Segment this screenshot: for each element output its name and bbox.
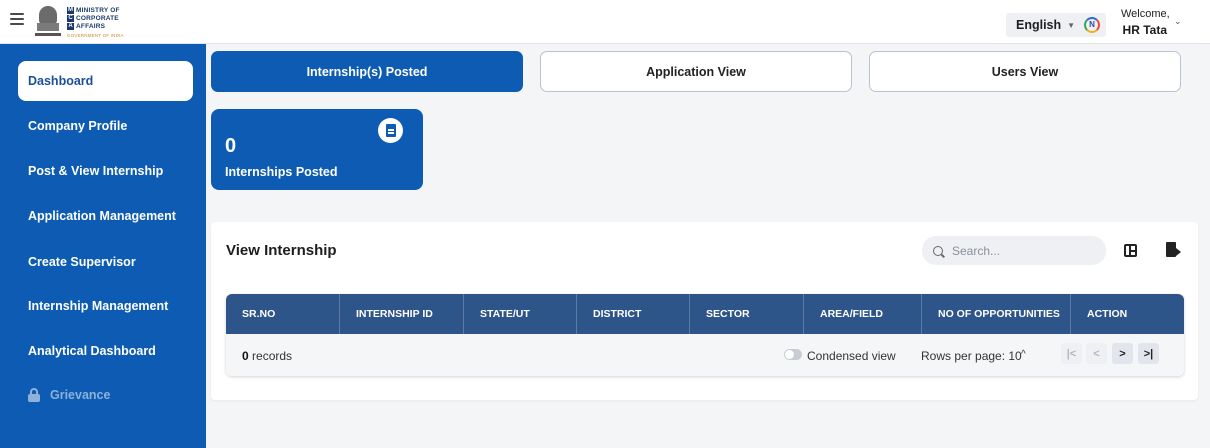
- internships-posted-card[interactable]: 0 Internships Posted: [211, 109, 423, 190]
- sidebar-item-analytical-dashboard[interactable]: Analytical Dashboard: [18, 331, 193, 371]
- lock-icon: [28, 388, 42, 402]
- column-header-action[interactable]: ACTION: [1071, 294, 1184, 334]
- search-icon: [933, 245, 943, 256]
- sidebar-item-label: Create Supervisor: [28, 255, 136, 269]
- sidebar: Dashboard Company Profile Post & View In…: [0, 44, 206, 448]
- table-header: SR.NO INTERNSHIP ID STATE/UT DISTRICT SE…: [226, 294, 1184, 334]
- user-menu[interactable]: Welcome, HR Tata: [1121, 8, 1170, 37]
- sidebar-item-post-view-internship[interactable]: Post & View Internship: [18, 151, 193, 191]
- sidebar-item-label: Application Management: [28, 209, 176, 223]
- logo-text: M MINISTRY OF C CORPORATE A AFFAIRS GOVERNM…: [67, 7, 124, 38]
- user-name: HR Tata: [1122, 23, 1167, 37]
- top-header: M MINISTRY OF C CORPORATE A AFFAIRS GOVERNM…: [0, 0, 1210, 44]
- sidebar-item-label: Grievance: [50, 388, 111, 402]
- search-box[interactable]: [922, 236, 1106, 265]
- sidebar-item-label: Company Profile: [28, 119, 128, 133]
- export-icon[interactable]: [1166, 242, 1182, 258]
- mca-logo[interactable]: M MINISTRY OF C CORPORATE A AFFAIRS GOVERNM…: [33, 4, 124, 40]
- records-count: 0 records: [242, 349, 293, 363]
- tab-users-view[interactable]: Users View: [869, 51, 1181, 92]
- panel-title: View Internship: [226, 242, 337, 259]
- hamburger-icon[interactable]: [10, 13, 24, 27]
- next-page-icon[interactable]: >: [1112, 343, 1133, 364]
- last-page-icon[interactable]: >|: [1138, 343, 1159, 364]
- sidebar-item-internship-management[interactable]: Internship Management: [18, 286, 193, 326]
- stat-value: 0: [225, 135, 237, 157]
- first-page-icon[interactable]: |<: [1061, 343, 1082, 364]
- language-select[interactable]: English ▼ N: [1006, 13, 1106, 37]
- tab-application-view[interactable]: Application View: [540, 51, 852, 92]
- sidebar-item-label: Dashboard: [28, 74, 94, 88]
- language-label: English: [1016, 18, 1062, 32]
- column-header-opportunities[interactable]: NO OF OPPORTUNITIES: [922, 294, 1071, 334]
- rows-per-page-select[interactable]: Rows per page: 10: [921, 349, 1022, 363]
- sidebar-item-grievance: Grievance: [18, 375, 193, 415]
- sidebar-item-dashboard[interactable]: Dashboard: [18, 61, 193, 101]
- condensed-view-label: Condensed view: [807, 349, 896, 363]
- sidebar-item-company-profile[interactable]: Company Profile: [18, 106, 193, 146]
- prev-page-icon[interactable]: <: [1086, 343, 1107, 364]
- language-icon[interactable]: N: [1084, 17, 1100, 33]
- tab-label: Users View: [991, 64, 1059, 79]
- welcome-label: Welcome,: [1121, 8, 1170, 20]
- sidebar-item-label: Analytical Dashboard: [28, 344, 156, 358]
- column-header-district[interactable]: DISTRICT: [577, 294, 690, 334]
- column-header-internship-id[interactable]: INTERNSHIP ID: [340, 294, 464, 334]
- condensed-view-toggle[interactable]: [784, 349, 802, 360]
- national-emblem-icon: [33, 5, 63, 39]
- chevron-up-icon[interactable]: ^: [1021, 349, 1026, 360]
- sidebar-item-label: Post & View Internship: [28, 164, 164, 178]
- tab-label: Internship(s) Posted: [306, 64, 428, 79]
- column-header-area-field[interactable]: AREA/FIELD: [804, 294, 922, 334]
- search-input[interactable]: [952, 243, 1092, 258]
- document-icon: [378, 118, 403, 143]
- tab-label: Application View: [646, 64, 746, 79]
- sidebar-item-create-supervisor[interactable]: Create Supervisor: [18, 242, 193, 282]
- sidebar-item-application-management[interactable]: Application Management: [18, 196, 193, 236]
- view-internship-panel: View Internship SR.NO INTERNSHIP ID STAT…: [211, 222, 1198, 400]
- column-header-state[interactable]: STATE/UT: [464, 294, 577, 334]
- internship-table: SR.NO INTERNSHIP ID STATE/UT DISTRICT SE…: [226, 294, 1184, 376]
- tab-internships-posted[interactable]: Internship(s) Posted: [211, 51, 523, 92]
- column-header-sr-no[interactable]: SR.NO: [226, 294, 340, 334]
- chevron-down-icon[interactable]: ⌄: [1174, 16, 1182, 27]
- sidebar-item-label: Internship Management: [28, 299, 169, 313]
- table-footer: 0 records Condensed view Rows per page: …: [226, 334, 1184, 376]
- column-header-sector[interactable]: SECTOR: [690, 294, 804, 334]
- stat-label: Internships Posted: [225, 165, 338, 179]
- chevron-down-icon: ▼: [1067, 20, 1076, 30]
- columns-icon[interactable]: [1124, 244, 1137, 257]
